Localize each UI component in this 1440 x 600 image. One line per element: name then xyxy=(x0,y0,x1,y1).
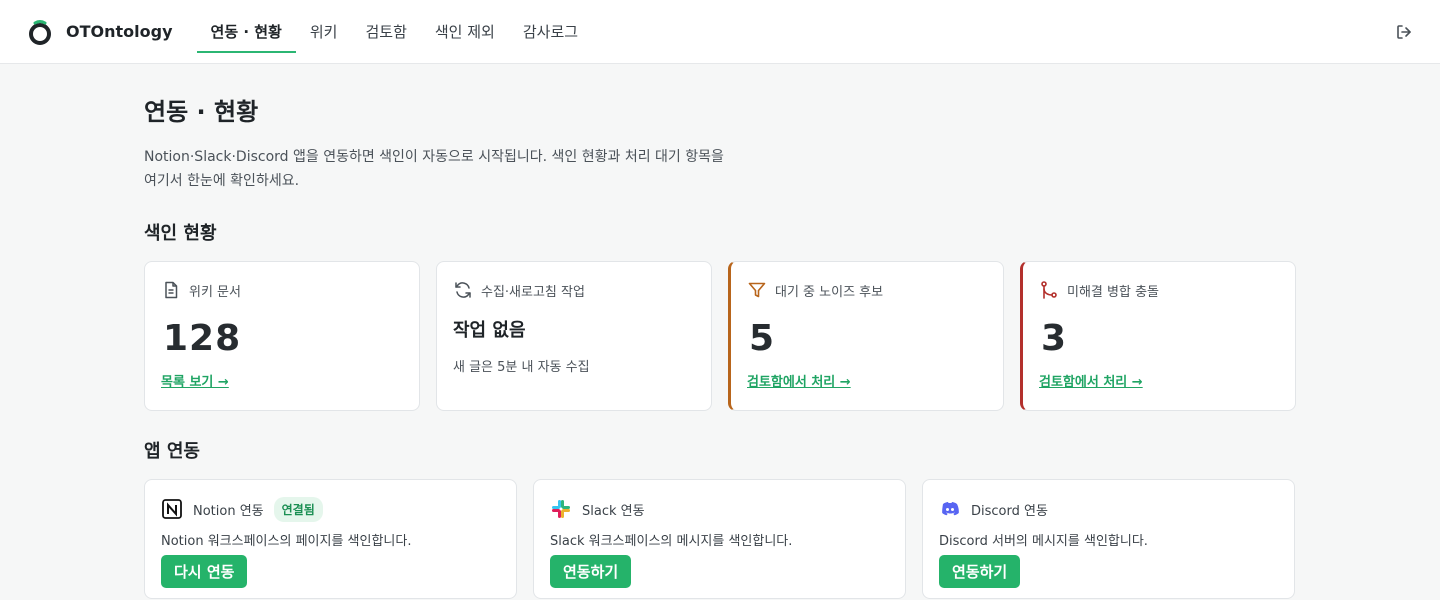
card-label: 수집·새로고침 작업 xyxy=(481,284,585,300)
filter-icon xyxy=(748,282,766,298)
document-icon xyxy=(165,281,178,299)
nav-item-audit-log[interactable]: 감사로그 xyxy=(509,0,592,64)
merge-conflicts-count: 3 xyxy=(1041,318,1068,359)
slack-icon xyxy=(552,500,570,518)
card-label: 위키 문서 xyxy=(189,284,241,300)
logo-icon xyxy=(29,19,51,45)
app-header: Discord 연동 xyxy=(939,496,1278,522)
brand[interactable]: OTOntology xyxy=(28,19,173,45)
main-content: 연동 · 현황 Notion·Slack·Discord 앱을 연동하면 색인이… xyxy=(144,64,1296,599)
page-description-line-2: 여기서 한눈에 확인하세요. xyxy=(144,173,300,189)
app-description: Notion 워크스페이스의 페이지를 색인합니다. xyxy=(161,534,412,549)
noise-candidates-count: 5 xyxy=(749,318,776,359)
card-label: 대기 중 노이즈 후보 xyxy=(775,284,884,300)
logout-icon[interactable] xyxy=(1394,22,1414,42)
nav-item-review[interactable]: 검토함 xyxy=(351,0,420,64)
crawl-jobs-note: 새 글은 5분 내 자동 수집 xyxy=(453,360,590,375)
page-description: Notion·Slack·Discord 앱을 연동하면 색인이 자동으로 시작… xyxy=(144,145,724,193)
app-description: Slack 워크스페이스의 메시지를 색인합니다. xyxy=(550,534,793,549)
nav-item-integrations[interactable]: 연동 · 현황 xyxy=(196,0,297,64)
app-integrations-title: 앱 연동 xyxy=(144,441,200,462)
merge-conflicts-card: 미해결 병합 충돌 3 검토함에서 처리 → xyxy=(1020,261,1296,411)
review-conflicts-link[interactable]: 검토함에서 처리 → xyxy=(1039,371,1143,390)
notion-integration-card: Notion 연동 연결됨 Notion 워크스페이스의 페이지를 색인합니다.… xyxy=(144,479,517,599)
app-header: Notion 연동 연결됨 xyxy=(161,496,500,522)
app-name: Slack 연동 xyxy=(582,503,645,519)
crawl-jobs-status: 작업 없음 xyxy=(453,320,526,341)
noise-candidates-card: 대기 중 노이즈 후보 5 검토함에서 처리 → xyxy=(728,261,1004,411)
connect-slack-button[interactable]: 연동하기 xyxy=(550,555,632,588)
app-name: Notion 연동 xyxy=(193,503,264,519)
app-integrations: Notion 연동 연결됨 Notion 워크스페이스의 페이지를 색인합니다.… xyxy=(144,479,1296,599)
page-title: 연동 · 현황 xyxy=(144,98,259,126)
wiki-docs-count: 128 xyxy=(163,318,242,359)
connected-badge: 연결됨 xyxy=(273,496,323,522)
notion-icon xyxy=(162,499,182,519)
page-description-line-1: Notion·Slack·Discord 앱을 연동하면 색인이 자동으로 시작… xyxy=(144,149,724,165)
discord-integration-card: Discord 연동 Discord 서버의 메시지를 색인합니다. 연동하기 xyxy=(922,479,1295,599)
discord-icon xyxy=(942,502,959,516)
nav-item-wiki[interactable]: 위키 xyxy=(296,0,352,64)
card-header: 수집·새로고침 작업 xyxy=(453,278,695,302)
nav-item-index-exclude[interactable]: 색인 제외 xyxy=(421,0,509,64)
review-noise-link[interactable]: 검토함에서 처리 → xyxy=(747,371,851,390)
index-status-title: 색인 현황 xyxy=(144,223,217,244)
connect-discord-button[interactable]: 연동하기 xyxy=(939,555,1021,588)
refresh-icon xyxy=(455,282,471,298)
top-navigation-bar: OTOntology 연동 · 현황 위키 검토함 색인 제외 감사로그 xyxy=(0,0,1440,64)
brand-name: OTOntology xyxy=(66,22,173,41)
reconnect-notion-button[interactable]: 다시 연동 xyxy=(161,555,248,588)
card-header: 위키 문서 xyxy=(161,278,403,302)
app-description: Discord 서버의 메시지를 색인합니다. xyxy=(939,534,1148,549)
card-header: 미해결 병합 충돌 xyxy=(1039,278,1279,302)
main-nav: 연동 · 현황 위키 검토함 색인 제외 감사로그 xyxy=(196,0,593,64)
app-header: Slack 연동 xyxy=(550,496,889,522)
wiki-docs-card: 위키 문서 128 목록 보기 → xyxy=(144,261,420,411)
card-header: 대기 중 노이즈 후보 xyxy=(747,278,987,302)
slack-integration-card: Slack 연동 Slack 워크스페이스의 메시지를 색인합니다. 연동하기 xyxy=(533,479,906,599)
view-list-link[interactable]: 목록 보기 → xyxy=(161,371,229,390)
index-status-cards: 위키 문서 128 목록 보기 → 수집·새로고침 작업 작업 없음 새 글은 … xyxy=(144,261,1296,411)
app-name: Discord 연동 xyxy=(971,503,1048,519)
crawl-jobs-card: 수집·새로고침 작업 작업 없음 새 글은 5분 내 자동 수집 xyxy=(436,261,712,411)
merge-icon xyxy=(1041,281,1057,299)
card-label: 미해결 병합 충돌 xyxy=(1067,284,1159,300)
